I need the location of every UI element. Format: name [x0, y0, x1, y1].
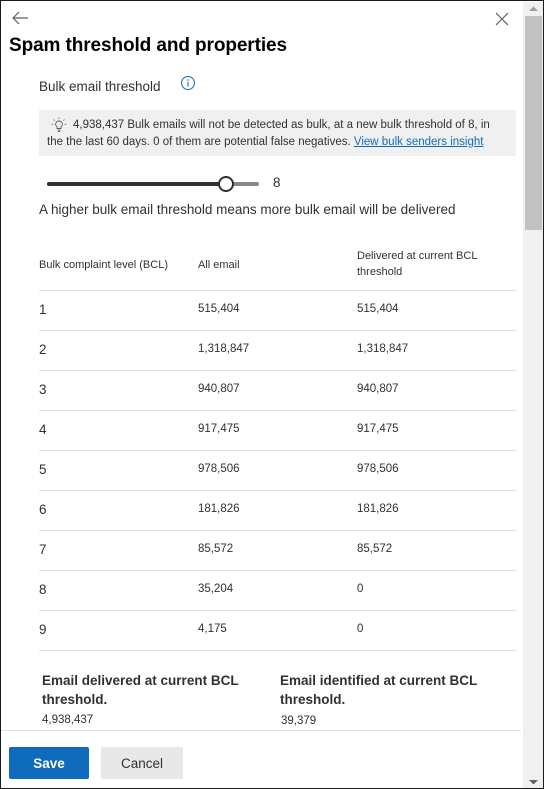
cell-delivered: 85,572	[357, 543, 393, 555]
cell-bcl: 5	[39, 462, 47, 477]
table-row: 2 1,318,847 1,318,847	[39, 331, 516, 371]
bcl-table: Bulk complaint level (BCL) All email Del…	[39, 241, 516, 651]
bulk-threshold-label: Bulk email threshold	[39, 79, 161, 94]
table-body: 1 515,404 515,404 2 1,318,847 1,318,847 3 940,8…	[39, 291, 516, 651]
cell-all-email: 978,506	[198, 463, 240, 475]
cell-bcl: 7	[39, 542, 47, 557]
triangle-up-icon	[529, 6, 538, 11]
cell-all-email: 515,404	[198, 303, 240, 315]
identified-summary-label: Email identified at current BCL threshol…	[280, 673, 478, 707]
cell-bcl: 2	[39, 342, 47, 357]
vertical-scrollbar[interactable]	[523, 2, 543, 788]
close-icon	[495, 12, 509, 26]
cell-all-email: 85,572	[198, 543, 234, 555]
bulk-threshold-slider[interactable]	[47, 176, 259, 192]
column-header-delivered: Delivered at current BCL threshold	[357, 250, 478, 278]
cell-delivered: 1,318,847	[357, 343, 409, 355]
table-row: 7 85,572 85,572	[39, 531, 516, 571]
cell-delivered: 515,404	[357, 303, 399, 315]
banner-message-line2: the the last 60 days. 0 of them are pote…	[47, 134, 483, 151]
cell-bcl: 6	[39, 502, 47, 517]
lightbulb-icon	[51, 117, 67, 133]
cell-all-email: 35,204	[198, 583, 234, 595]
cell-delivered: 917,475	[357, 423, 399, 435]
save-button[interactable]: Save	[9, 747, 89, 779]
column-header-bcl: Bulk complaint level (BCL)	[39, 259, 168, 271]
triangle-down-icon	[529, 780, 538, 785]
cell-bcl: 4	[39, 422, 47, 437]
column-header-all-email: All email	[198, 259, 240, 271]
threshold-helper-text: A higher bulk email threshold means more…	[39, 202, 456, 217]
cell-delivered: 940,807	[357, 383, 399, 395]
cell-delivered: 0	[357, 583, 364, 595]
table-row: 5 978,506 978,506	[39, 451, 516, 491]
cancel-button[interactable]: Cancel	[101, 747, 183, 779]
table-row: 4 917,475 917,475	[39, 411, 516, 451]
panel-title: Spam threshold and properties	[9, 35, 287, 56]
table-header: Bulk complaint level (BCL) All email Del…	[39, 241, 516, 291]
arrow-left-icon	[12, 11, 28, 25]
view-bulk-senders-insight-link[interactable]: View bulk senders insight	[354, 136, 484, 148]
cell-bcl: 1	[39, 302, 47, 317]
info-icon[interactable]	[180, 75, 196, 91]
identified-summary-value: 39,379	[281, 715, 317, 727]
slider-thumb[interactable]	[218, 176, 235, 192]
banner-message-text: the the last 60 days. 0 of them are pote…	[47, 136, 351, 148]
close-button[interactable]	[493, 10, 511, 28]
delivered-summary-label: Email delivered at current BCL threshold…	[42, 673, 239, 707]
cell-all-email: 181,826	[198, 503, 240, 515]
spam-threshold-panel: Spam threshold and properties Bulk email…	[0, 0, 544, 789]
cell-all-email: 1,318,847	[198, 343, 250, 355]
cell-bcl: 8	[39, 582, 47, 597]
bulk-insight-banner: 4,938,437 Bulk emails will not be detect…	[39, 110, 516, 156]
scroll-up-button[interactable]	[523, 2, 543, 16]
back-button[interactable]	[10, 9, 30, 27]
cell-delivered: 0	[357, 623, 364, 635]
table-row: 9 4,175 0	[39, 611, 516, 651]
cell-all-email: 917,475	[198, 423, 240, 435]
scrollbar-thumb[interactable]	[525, 16, 542, 230]
slider-value: 8	[273, 175, 281, 190]
cell-bcl: 3	[39, 382, 47, 397]
table-row: 6 181,826 181,826	[39, 491, 516, 531]
cell-all-email: 4,175	[198, 623, 227, 635]
table-row: 3 940,807 940,807	[39, 371, 516, 411]
table-row: 1 515,404 515,404	[39, 291, 516, 331]
cell-bcl: 9	[39, 622, 47, 637]
cell-all-email: 940,807	[198, 383, 240, 395]
cell-delivered: 978,506	[357, 463, 399, 475]
cell-delivered: 181,826	[357, 503, 399, 515]
table-row: 8 35,204 0	[39, 571, 516, 611]
scroll-down-button[interactable]	[523, 775, 543, 788]
slider-fill	[47, 182, 227, 186]
banner-message-line1: 4,938,437 Bulk emails will not be detect…	[73, 119, 490, 131]
panel-footer: Save Cancel	[1, 730, 521, 788]
delivered-summary-value: 4,938,437	[42, 714, 94, 726]
